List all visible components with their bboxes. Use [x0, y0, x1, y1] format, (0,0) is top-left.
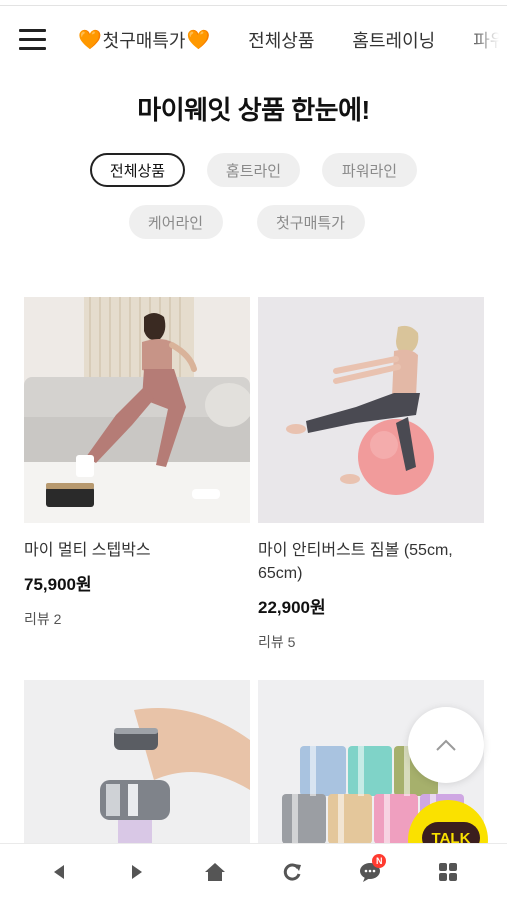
chip-power-line[interactable]: 파워라인	[322, 153, 417, 187]
nav-item-power[interactable]: 파워	[473, 27, 506, 53]
menu-icon[interactable]	[19, 29, 46, 51]
product-review-count: 리뷰 5	[258, 634, 296, 650]
chip-first-purchase[interactable]: 첫구매특가	[256, 205, 365, 239]
top-divider	[0, 5, 507, 6]
product-price: 75,900원	[24, 575, 92, 594]
refresh-button[interactable]	[272, 852, 312, 892]
chip-home-line[interactable]: 홈트라인	[207, 153, 300, 187]
nav-item-label: 첫구매특가	[102, 31, 186, 51]
scroll-to-top-button[interactable]	[408, 707, 484, 783]
product-name[interactable]: 마이 안티버스트 짐볼 (55cm, 65cm)	[258, 539, 484, 585]
filter-chips: 전체상품 홈트라인 파워라인 케어라인 첫구매특가	[0, 153, 507, 257]
nav-item-home-training[interactable]: 홈트레이닝	[352, 27, 435, 53]
nav-item-label: 전체상품	[248, 31, 315, 51]
nav-item-all-products[interactable]: 전체상품	[248, 27, 314, 53]
product-review-count: 리뷰 2	[24, 611, 62, 627]
chevron-up-icon	[436, 739, 456, 751]
product-image[interactable]	[258, 297, 484, 523]
apps-button[interactable]	[428, 852, 468, 892]
product-price: 22,900원	[258, 598, 326, 617]
product-image[interactable]	[24, 297, 250, 523]
chip-care-line[interactable]: 케어라인	[128, 205, 223, 239]
notification-badge: N	[372, 854, 387, 868]
back-button[interactable]	[39, 852, 79, 892]
nav-item-first-purchase[interactable]: 🧡 첫구매특가 🧡	[78, 27, 210, 53]
apps-icon	[439, 863, 458, 881]
category-nav: 🧡 첫구매특가 🧡 전체상품 홈트레이닝 파워	[78, 18, 507, 62]
product-card[interactable]: 마이 안티버스트 짐볼 (55cm, 65cm) 22,900원 리뷰 5	[258, 297, 484, 652]
product-card[interactable]: 마이 멀티 스텝박스 75,900원 리뷰 2	[24, 297, 250, 629]
refresh-icon	[284, 863, 302, 881]
page-title: 마이웨잇 상품 한눈에!	[137, 95, 370, 125]
chip-all-products[interactable]: 전체상품	[90, 153, 185, 187]
nav-item-label: 파워	[473, 31, 507, 51]
back-icon	[53, 865, 64, 879]
header: 🧡 첫구매특가 🧡 전체상품 홈트레이닝 파워	[0, 18, 507, 62]
heart-icon: 🧡	[186, 29, 211, 51]
chat-button[interactable]: N	[350, 852, 390, 892]
browser-bottom-bar: N	[0, 843, 507, 900]
home-button[interactable]	[195, 852, 235, 892]
forward-button[interactable]	[117, 852, 157, 892]
nav-item-label: 홈트레이닝	[352, 31, 436, 51]
home-icon	[204, 863, 225, 881]
heart-icon: 🧡	[78, 29, 102, 51]
forward-icon	[131, 865, 142, 879]
product-name[interactable]: 마이 멀티 스텝박스	[24, 539, 250, 562]
